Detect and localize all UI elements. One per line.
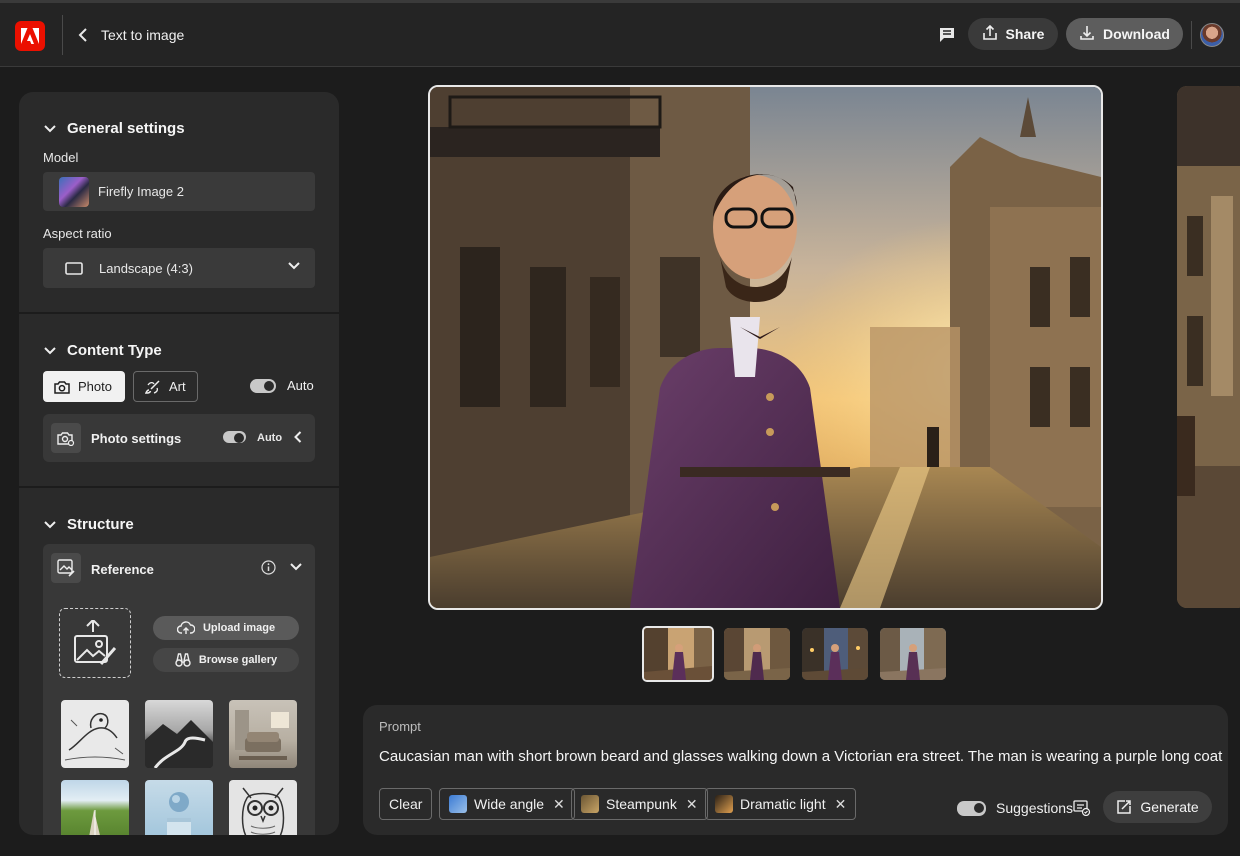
content-type-title: Content Type (67, 342, 162, 359)
download-button[interactable]: Download (1066, 18, 1183, 50)
download-label: Download (1103, 26, 1170, 42)
generated-image-main[interactable] (428, 85, 1103, 610)
cloud-upload-icon (176, 621, 195, 635)
photo-settings-label: Photo settings (91, 431, 182, 446)
chevron-down-icon (288, 262, 300, 270)
aspect-ratio-dropdown[interactable]: Landscape (4:3) (43, 248, 315, 288)
browse-gallery-button[interactable]: Browse gallery (153, 648, 299, 672)
variation-thumb-3[interactable] (802, 628, 868, 680)
wide-angle-thumb (449, 795, 467, 813)
reference-thumb-bird-sketch[interactable] (61, 700, 129, 768)
variation-thumb-1[interactable] (642, 626, 714, 682)
camera-icon (54, 380, 70, 394)
general-settings-title: General settings (67, 120, 185, 137)
section-divider (19, 312, 339, 314)
chip-wide-angle-label: Wide angle (474, 796, 545, 812)
next-image-preview[interactable] (1177, 86, 1240, 608)
general-settings-header[interactable]: General settings (43, 120, 185, 137)
binoculars-icon (175, 653, 191, 667)
content-type-auto-toggle[interactable] (250, 379, 276, 393)
model-label: Model (43, 150, 79, 165)
avatar[interactable] (1200, 23, 1224, 47)
structure-title: Structure (67, 516, 134, 533)
art-label: Art (169, 379, 186, 394)
chevron-down-icon (43, 122, 57, 136)
reference-thumb-owl-sketch[interactable] (229, 780, 297, 835)
close-icon[interactable]: ✕ (835, 796, 847, 813)
art-button[interactable]: Art (133, 371, 198, 402)
content-type-header[interactable]: Content Type (43, 342, 162, 359)
close-icon[interactable]: ✕ (686, 796, 698, 813)
download-icon (1079, 25, 1095, 44)
share-button[interactable]: Share (968, 18, 1058, 50)
browse-gallery-label: Browse gallery (198, 654, 278, 666)
app-header: Text to image Share Download (0, 3, 1240, 67)
reference-thumb-mountain-landscape[interactable] (145, 700, 213, 768)
share-label: Share (1005, 26, 1045, 42)
clear-label: Clear (389, 796, 423, 812)
back-chevron-icon[interactable] (74, 25, 92, 45)
chip-dramatic-light[interactable]: Dramatic light ✕ (705, 788, 857, 820)
variation-thumb-4[interactable] (880, 628, 946, 680)
chevron-down-icon (43, 518, 57, 532)
photo-settings-auto-label: Auto (257, 432, 283, 444)
photo-settings-icon (51, 423, 81, 453)
photo-settings-auto-toggle[interactable] (223, 431, 246, 443)
landscape-icon (65, 261, 83, 275)
suggestions-toggle[interactable] (957, 801, 986, 816)
share-icon (982, 24, 998, 44)
variation-thumb-2[interactable] (724, 628, 790, 680)
header-divider (62, 15, 63, 55)
brush-icon (145, 379, 161, 395)
settings-panel: General settings Model Firefly Image 2 A… (19, 92, 339, 835)
suggestions-label: Suggestions (996, 800, 1074, 816)
reference-thumb-field-road[interactable] (61, 780, 129, 835)
info-icon[interactable] (261, 560, 276, 575)
reference-label: Reference (91, 562, 154, 577)
generate-label: Generate (1140, 799, 1199, 815)
image-upload-icon (71, 620, 119, 666)
reference-thumb-living-room[interactable] (229, 700, 297, 768)
page-title: Text to image (101, 27, 185, 43)
upload-image-button[interactable]: Upload image (153, 616, 299, 640)
section-divider (19, 486, 339, 488)
chevron-down-icon[interactable] (290, 563, 302, 571)
header-divider-right (1191, 21, 1192, 49)
model-thumbnail (59, 176, 89, 207)
prompt-label: Prompt (379, 719, 421, 734)
photo-label: Photo (78, 379, 112, 394)
upload-dropzone[interactable] (59, 608, 131, 678)
photo-settings-card[interactable]: Photo settings Auto (43, 414, 315, 462)
chip-wide-angle[interactable]: Wide angle ✕ (439, 788, 575, 820)
chip-dramatic-light-label: Dramatic light (740, 796, 826, 812)
photo-button[interactable]: Photo (43, 371, 125, 402)
suggestions-settings-icon[interactable] (1073, 800, 1091, 816)
clear-button[interactable]: Clear (379, 788, 433, 820)
chevron-down-icon (43, 344, 57, 358)
aspect-ratio-label: Aspect ratio (43, 226, 112, 241)
close-icon[interactable]: ✕ (553, 796, 565, 813)
content-type-auto-label: Auto (287, 378, 314, 393)
adobe-logo-icon[interactable] (15, 21, 45, 51)
model-value: Firefly Image 2 (98, 184, 184, 199)
prompt-input[interactable]: Caucasian man with short brown beard and… (379, 748, 1222, 765)
comment-icon[interactable] (936, 24, 958, 46)
dramatic-light-thumb (715, 795, 733, 813)
reference-thumb-sphere-pedestal[interactable] (145, 780, 213, 835)
chip-steampunk-label: Steampunk (606, 796, 677, 812)
chip-steampunk[interactable]: Steampunk ✕ (571, 788, 708, 820)
generate-button[interactable]: Generate (1103, 791, 1212, 823)
reference-card: Reference Upload image Browse gallery (43, 544, 315, 835)
structure-header[interactable]: Structure (43, 516, 134, 533)
steampunk-thumb (581, 795, 599, 813)
chevron-left-icon[interactable] (294, 431, 302, 443)
upload-image-label: Upload image (202, 622, 276, 634)
reference-icon (51, 553, 81, 583)
generate-icon (1116, 799, 1132, 815)
aspect-ratio-value: Landscape (4:3) (99, 260, 193, 276)
prompt-panel: Prompt Caucasian man with short brown be… (363, 705, 1228, 835)
model-selector[interactable]: Firefly Image 2 (43, 172, 315, 211)
